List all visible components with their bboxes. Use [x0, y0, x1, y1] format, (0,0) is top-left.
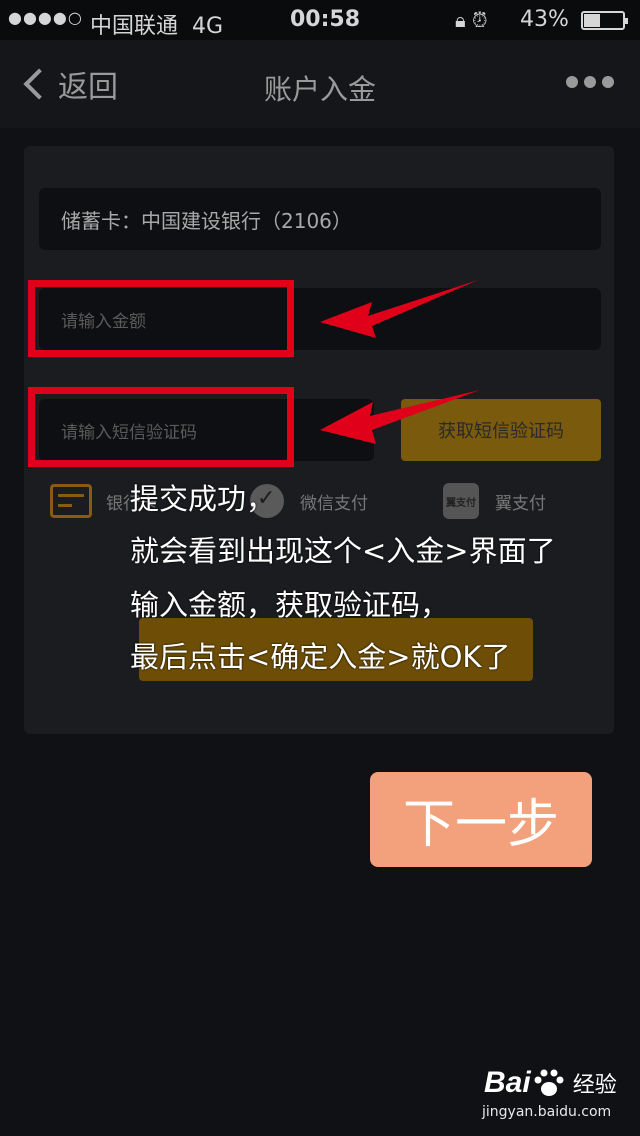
baidu-paw-icon — [534, 1069, 564, 1096]
annotation-line: 就会看到出现这个<入金>界面了 — [130, 534, 556, 568]
annotation-line: 最后点击<确定入金>就OK了 — [130, 640, 511, 674]
baidu-jingyan-watermark: Bai 经验 jingyan.baidu.com — [482, 1066, 617, 1120]
next-step-button[interactable]: 下一步 — [370, 772, 592, 867]
annotation-line: 输入金额，获取验证码， — [130, 588, 450, 622]
arrow-icon — [320, 280, 478, 338]
arrow-icon — [320, 390, 480, 444]
watermark-url: jingyan.baidu.com — [482, 1104, 612, 1120]
annotation-line: 提交成功， — [130, 482, 276, 516]
watermark-suffix: 经验 — [572, 1073, 617, 1098]
watermark-brand: Bai — [484, 1066, 531, 1099]
